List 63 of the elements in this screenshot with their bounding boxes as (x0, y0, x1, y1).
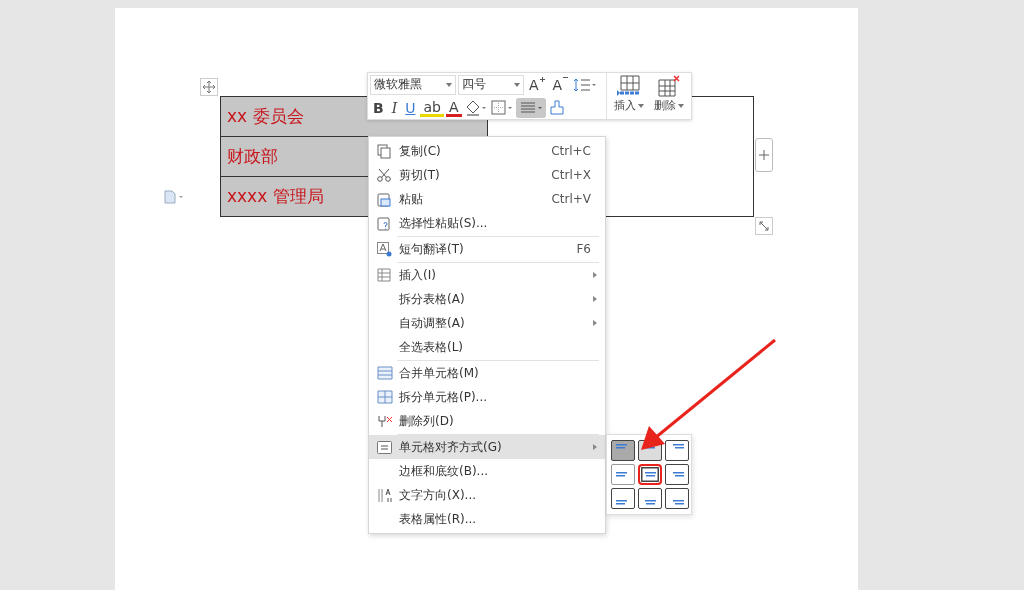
align-box-icon (377, 440, 392, 454)
alignment-option[interactable] (611, 440, 635, 461)
submenu-arrow-icon (593, 444, 597, 450)
menu-item[interactable]: 拆分单元格(P)... (369, 385, 605, 409)
menu-item[interactable]: 单元格对齐方式(G) (369, 435, 605, 459)
translate-icon (377, 241, 392, 257)
alignment-option[interactable] (611, 488, 635, 509)
align-lines-icon (616, 444, 627, 449)
menu-item[interactable]: 插入(I) (369, 263, 605, 287)
delete-column-icon (377, 414, 393, 428)
align-lines-icon (673, 500, 684, 505)
menu-item[interactable]: 拆分表格(A) (369, 287, 605, 311)
underline-button[interactable]: U (402, 97, 419, 118)
table-icon (377, 268, 391, 282)
align-lines-icon (673, 472, 684, 477)
menu-item[interactable]: 文字方向(X)... (369, 483, 605, 507)
italic-button[interactable]: I (388, 97, 401, 118)
clipboard-question-icon (377, 215, 391, 231)
align-icon[interactable] (515, 97, 546, 118)
alignment-option[interactable] (665, 440, 689, 461)
align-lines-icon (616, 472, 627, 477)
alignment-option[interactable] (638, 464, 662, 485)
clipboard-icon (377, 191, 391, 207)
submenu-arrow-icon (593, 296, 597, 302)
align-lines-icon (644, 472, 656, 477)
split-cells-icon (377, 390, 393, 404)
menu-item[interactable]: 表格属性(R)... (369, 507, 605, 531)
font-size-dropdown[interactable]: 四号 (458, 74, 524, 95)
bold-button[interactable]: B (370, 97, 387, 118)
plus-icon (539, 76, 545, 82)
scissors-icon (377, 168, 391, 182)
table-delete-icon (657, 75, 681, 97)
shrink-font-button[interactable]: A (549, 74, 572, 95)
table-insert-icon (617, 75, 641, 97)
submenu-arrow-icon (593, 272, 597, 278)
submenu-arrow-icon (593, 320, 597, 326)
merge-cells-icon (377, 366, 393, 380)
insert-button[interactable]: 插入 (611, 75, 647, 117)
menu-item[interactable]: 边框和底纹(B)... (369, 459, 605, 483)
alignment-option[interactable] (665, 464, 689, 485)
align-lines-icon (616, 500, 627, 505)
format-painter-icon[interactable] (547, 98, 566, 117)
alignment-option[interactable] (638, 488, 662, 509)
grow-font-button[interactable]: A (526, 74, 548, 95)
menu-item[interactable]: 删除列(D) (369, 409, 605, 435)
minus-icon (563, 76, 569, 78)
menu-item[interactable]: 自动调整(A) (369, 311, 605, 335)
font-name-dropdown[interactable]: 微软雅黑 (370, 74, 456, 95)
resize-icon[interactable] (755, 217, 773, 235)
menu-item[interactable]: 合并单元格(M) (369, 361, 605, 385)
text-direction-icon (377, 487, 393, 503)
highlight-button[interactable]: ab (420, 98, 444, 117)
delete-button[interactable]: 删除 (651, 75, 687, 117)
align-lines-icon (673, 444, 684, 449)
alignment-option[interactable] (611, 464, 635, 485)
copy-icon (377, 143, 391, 159)
menu-item[interactable]: 短句翻译(T) F6 (369, 237, 605, 263)
alignment-option[interactable] (665, 488, 689, 509)
menu-item[interactable]: 全选表格(L) (369, 335, 605, 361)
align-lines-icon (644, 500, 656, 505)
line-spacing-icon[interactable] (573, 76, 598, 93)
font-color-button[interactable]: A (445, 98, 462, 117)
move-icon[interactable] (200, 78, 218, 96)
